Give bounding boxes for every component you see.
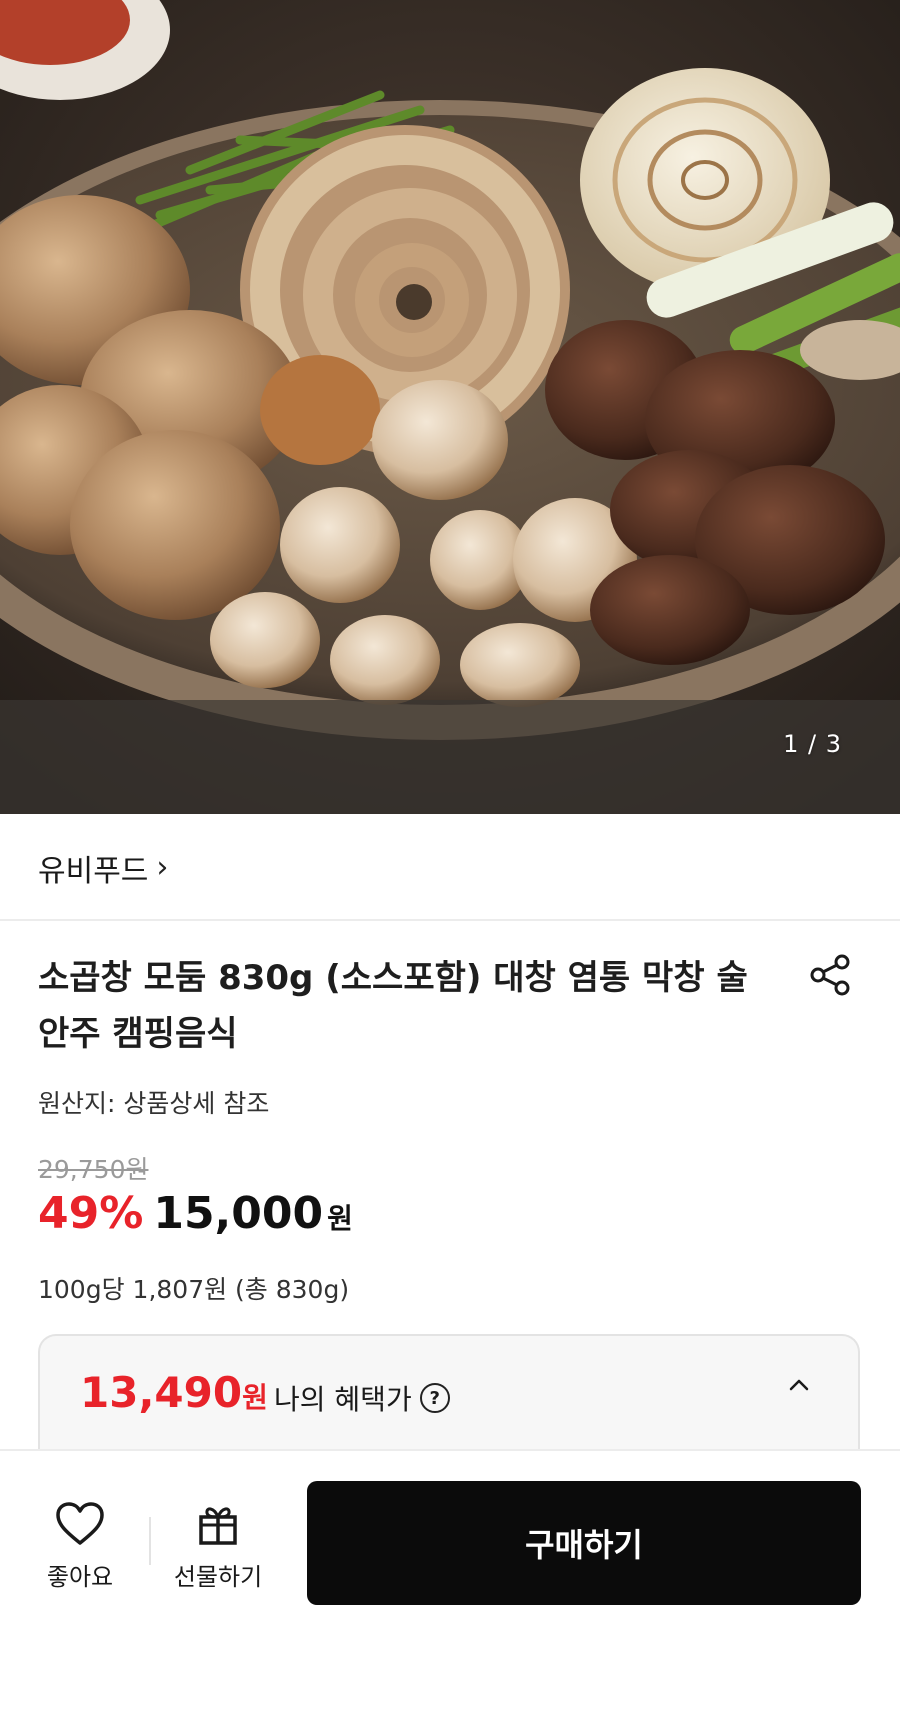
like-label: 좋아요 bbox=[46, 1563, 114, 1591]
benefit-panel[interactable]: 13,490 원 나의 혜택가 ? bbox=[38, 1334, 860, 1454]
benefit-price-value: 13,490 bbox=[80, 1368, 243, 1417]
product-photo bbox=[0, 0, 900, 814]
gift-icon bbox=[199, 1507, 237, 1545]
benefit-label-group: 나의 혜택가 ? bbox=[274, 1378, 450, 1418]
question-circle-icon[interactable]: ? bbox=[419, 1383, 450, 1413]
price-row: 49% 15,000 원 bbox=[38, 1188, 353, 1239]
seller-name: 유비푸드 bbox=[38, 854, 149, 889]
buy-button[interactable]: 구매하기 bbox=[307, 1481, 861, 1605]
heart-icon bbox=[56, 1502, 104, 1545]
benefit-label: 나의 혜택가 bbox=[274, 1383, 412, 1416]
bottom-action-bar: 좋아요 선물하기 구매하기 bbox=[0, 1449, 900, 1714]
sale-price: 15,000 bbox=[153, 1188, 324, 1239]
origin-info: 원산지: 상품상세 참조 bbox=[38, 1089, 270, 1118]
benefit-price: 13,490 원 bbox=[80, 1368, 268, 1417]
share-icon bbox=[810, 954, 850, 996]
divider bbox=[149, 1517, 151, 1565]
benefit-price-unit: 원 bbox=[242, 1381, 268, 1414]
unit-price: 100g당 1,807원 (총 830g) bbox=[38, 1275, 350, 1304]
share-button[interactable] bbox=[808, 952, 854, 998]
like-button[interactable]: 좋아요 bbox=[40, 1501, 120, 1592]
price-unit: 원 bbox=[327, 1202, 353, 1235]
divider bbox=[0, 919, 900, 921]
discount-rate: 49% bbox=[38, 1188, 144, 1239]
chevron-right-icon: › bbox=[156, 850, 169, 885]
chevron-up-icon[interactable] bbox=[784, 1370, 814, 1400]
seller-link[interactable]: 유비푸드 › bbox=[38, 846, 168, 890]
gift-label: 선물하기 bbox=[173, 1563, 263, 1591]
product-title: 소곱창 모둠 830g (소스포함) 대창 염통 막창 술안주 캠핑음식 bbox=[38, 958, 748, 1054]
original-price: 29,750원 bbox=[38, 1155, 149, 1184]
product-image[interactable]: 1 / 3 bbox=[0, 0, 900, 814]
gift-button[interactable]: 선물하기 bbox=[168, 1501, 268, 1592]
image-counter: 1 / 3 bbox=[783, 730, 842, 758]
